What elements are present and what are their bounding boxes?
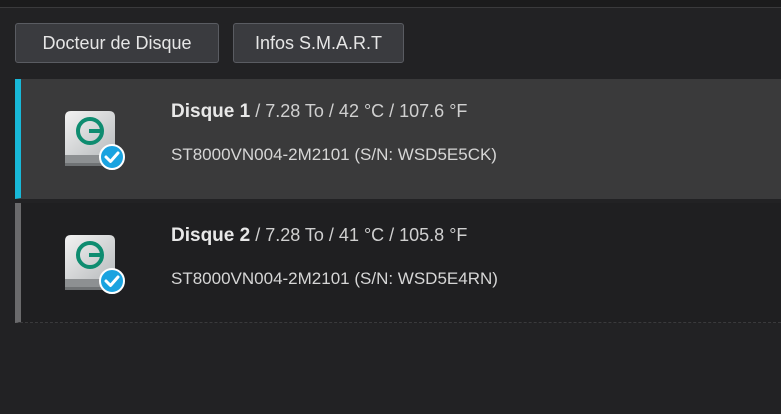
disk-model: ST8000VN004-2M2101 (S/N: WSD5E4RN) xyxy=(171,269,498,288)
disk-details: / 7.28 To / 42 °C / 107.6 °F xyxy=(250,101,468,121)
disk-item-2[interactable]: Disque 2 / 7.28 To / 41 °C / 105.8 °F ST… xyxy=(15,203,781,323)
hard-drive-icon xyxy=(65,235,125,294)
disk-doctor-button[interactable]: Docteur de Disque xyxy=(15,23,219,63)
window-top-edge xyxy=(0,0,781,8)
disk-title: Disque 1 / 7.28 To / 42 °C / 107.6 °F xyxy=(171,101,467,123)
smart-info-button[interactable]: Infos S.M.A.R.T xyxy=(233,23,404,63)
disk-list: Disque 1 / 7.28 To / 42 °C / 107.6 °F ST… xyxy=(15,79,781,323)
check-circle-icon xyxy=(99,268,125,294)
check-circle-icon xyxy=(99,144,125,170)
toolbar: Docteur de Disque Infos S.M.A.R.T xyxy=(15,23,404,63)
disk-details: / 7.28 To / 41 °C / 105.8 °F xyxy=(250,225,468,245)
disk-item-1[interactable]: Disque 1 / 7.28 To / 42 °C / 107.6 °F ST… xyxy=(15,79,781,199)
hard-drive-icon xyxy=(65,111,125,170)
disk-title: Disque 2 / 7.28 To / 41 °C / 105.8 °F xyxy=(171,225,467,247)
disk-model: ST8000VN004-2M2101 (S/N: WSD5E5CK) xyxy=(171,145,497,164)
disk-name: Disque 1 xyxy=(171,101,251,122)
disk-name: Disque 2 xyxy=(171,225,251,246)
